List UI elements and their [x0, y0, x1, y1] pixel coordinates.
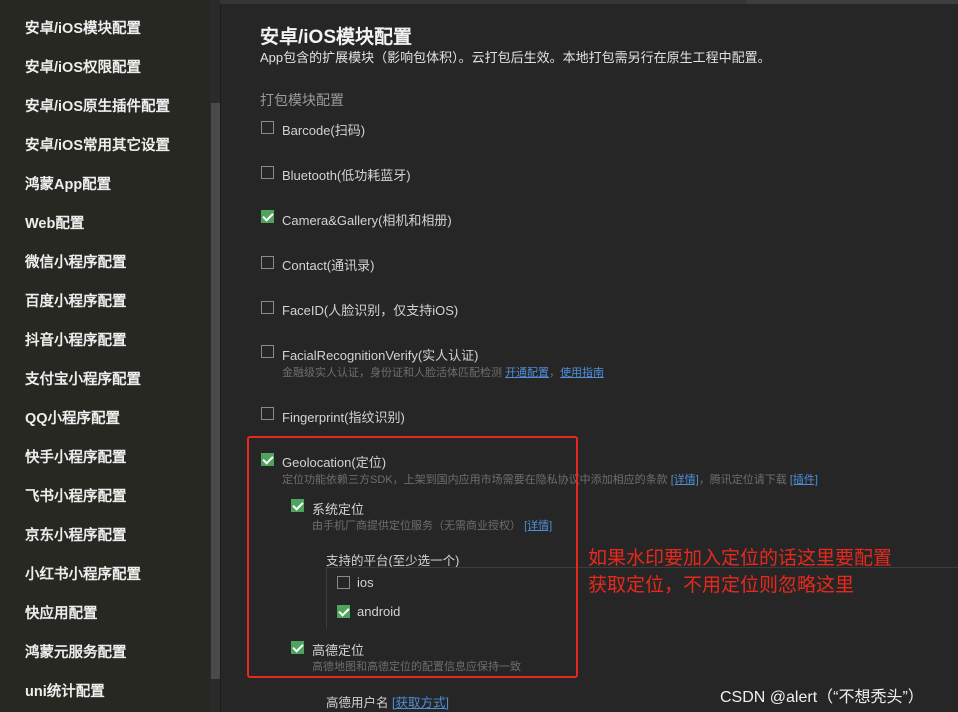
sidebar-item-baidu-mp[interactable]: 百度小程序配置	[25, 292, 127, 312]
camera-gallery-label: Camera&Gallery(相机和相册)	[282, 213, 452, 228]
page-title: 安卓/iOS模块配置	[260, 27, 413, 48]
contact-label: Contact(通讯录)	[282, 258, 375, 273]
annotation-line-2: 获取定位，不用定位则忽略这里	[588, 575, 855, 596]
fingerprint-label: Fingerprint(指纹识别)	[282, 410, 405, 425]
annotation-line-1: 如果水印要加入定位的话这里要配置	[588, 548, 893, 569]
annotation-highlight-box	[247, 436, 578, 678]
top-border-tab	[746, 0, 958, 4]
page-subtitle: App包含的扩展模块（影响包体积）。云打包后生效。本地打包需另行在原生工程中配置…	[260, 50, 771, 65]
open-config-link[interactable]: 开通配置	[505, 367, 549, 379]
sidebar-item-wechat-mp[interactable]: 微信小程序配置	[25, 253, 127, 273]
bluetooth-label: Bluetooth(低功耗蓝牙)	[282, 168, 411, 183]
facial-recognition-hint-text: 金融级实人认证，身份证和人脸活体匹配检测	[282, 367, 502, 379]
hint-separator: ，	[549, 367, 561, 379]
sidebar-item-harmony-app[interactable]: 鸿蒙App配置	[25, 175, 111, 195]
sidebar-item-other-settings[interactable]: 安卓/iOS常用其它设置	[25, 136, 170, 156]
barcode-label: Barcode(扫码)	[282, 123, 366, 138]
amap-username-label: 高德用户名	[326, 696, 389, 710]
sidebar-item-native-plugin-config[interactable]: 安卓/iOS原生插件配置	[25, 97, 170, 117]
section-title: 打包模块配置	[260, 92, 344, 108]
faceid-checkbox[interactable]	[261, 301, 274, 314]
sidebar-item-qq-mp[interactable]: QQ小程序配置	[25, 409, 120, 429]
sidebar-item-permission-config[interactable]: 安卓/iOS权限配置	[25, 58, 141, 78]
bluetooth-checkbox[interactable]	[261, 166, 274, 179]
tencent-plugin-link[interactable]: [插件]	[790, 474, 818, 486]
geolocation-details-link[interactable]: [详情]	[671, 474, 699, 486]
get-method-link[interactable]: [获取方式]	[392, 696, 449, 710]
amap-username-row: 高德用户名 [获取方式]	[326, 692, 449, 711]
facial-recognition-hint: 金融级实人认证，身份证和人脸活体匹配检测 开通配置，使用指南	[282, 364, 604, 380]
sidebar-item-web[interactable]: Web配置	[25, 214, 84, 234]
faceid-label: FaceID(人脸识别，仅支持iOS)	[282, 303, 459, 318]
sidebar-item-xiaohongshu-mp[interactable]: 小红书小程序配置	[25, 565, 141, 585]
sidebar-scrollbar-thumb[interactable]	[211, 103, 220, 679]
camera-gallery-checkbox[interactable]	[261, 210, 274, 223]
facial-recognition-label: FacialRecognitionVerify(实人认证)	[282, 348, 479, 363]
contact-checkbox[interactable]	[261, 256, 274, 269]
sidebar: 安卓/iOS模块配置 安卓/iOS权限配置 安卓/iOS原生插件配置 安卓/iO…	[0, 0, 220, 712]
sidebar-item-feishu-mp[interactable]: 飞书小程序配置	[25, 487, 127, 507]
barcode-checkbox[interactable]	[261, 121, 274, 134]
fingerprint-checkbox[interactable]	[261, 407, 274, 420]
geolocation-hint-mid: ，腾讯定位请下载	[698, 474, 787, 486]
sidebar-item-jd-mp[interactable]: 京东小程序配置	[25, 526, 127, 546]
sidebar-item-kuaishou-mp[interactable]: 快手小程序配置	[25, 448, 127, 468]
usage-guide-link[interactable]: 使用指南	[560, 367, 604, 379]
sidebar-item-quickapp[interactable]: 快应用配置	[25, 604, 98, 624]
facial-recognition-checkbox[interactable]	[261, 345, 274, 358]
sidebar-item-uni-stat[interactable]: uni统计配置	[25, 682, 105, 702]
sidebar-item-module-config[interactable]: 安卓/iOS模块配置	[25, 19, 141, 39]
sidebar-item-harmony-atomic[interactable]: 鸿蒙元服务配置	[25, 643, 127, 663]
sidebar-item-douyin-mp[interactable]: 抖音小程序配置	[25, 331, 127, 351]
sidebar-item-alipay-mp[interactable]: 支付宝小程序配置	[25, 370, 141, 390]
watermark: CSDN @alert（“不想秃头”）	[720, 689, 924, 706]
